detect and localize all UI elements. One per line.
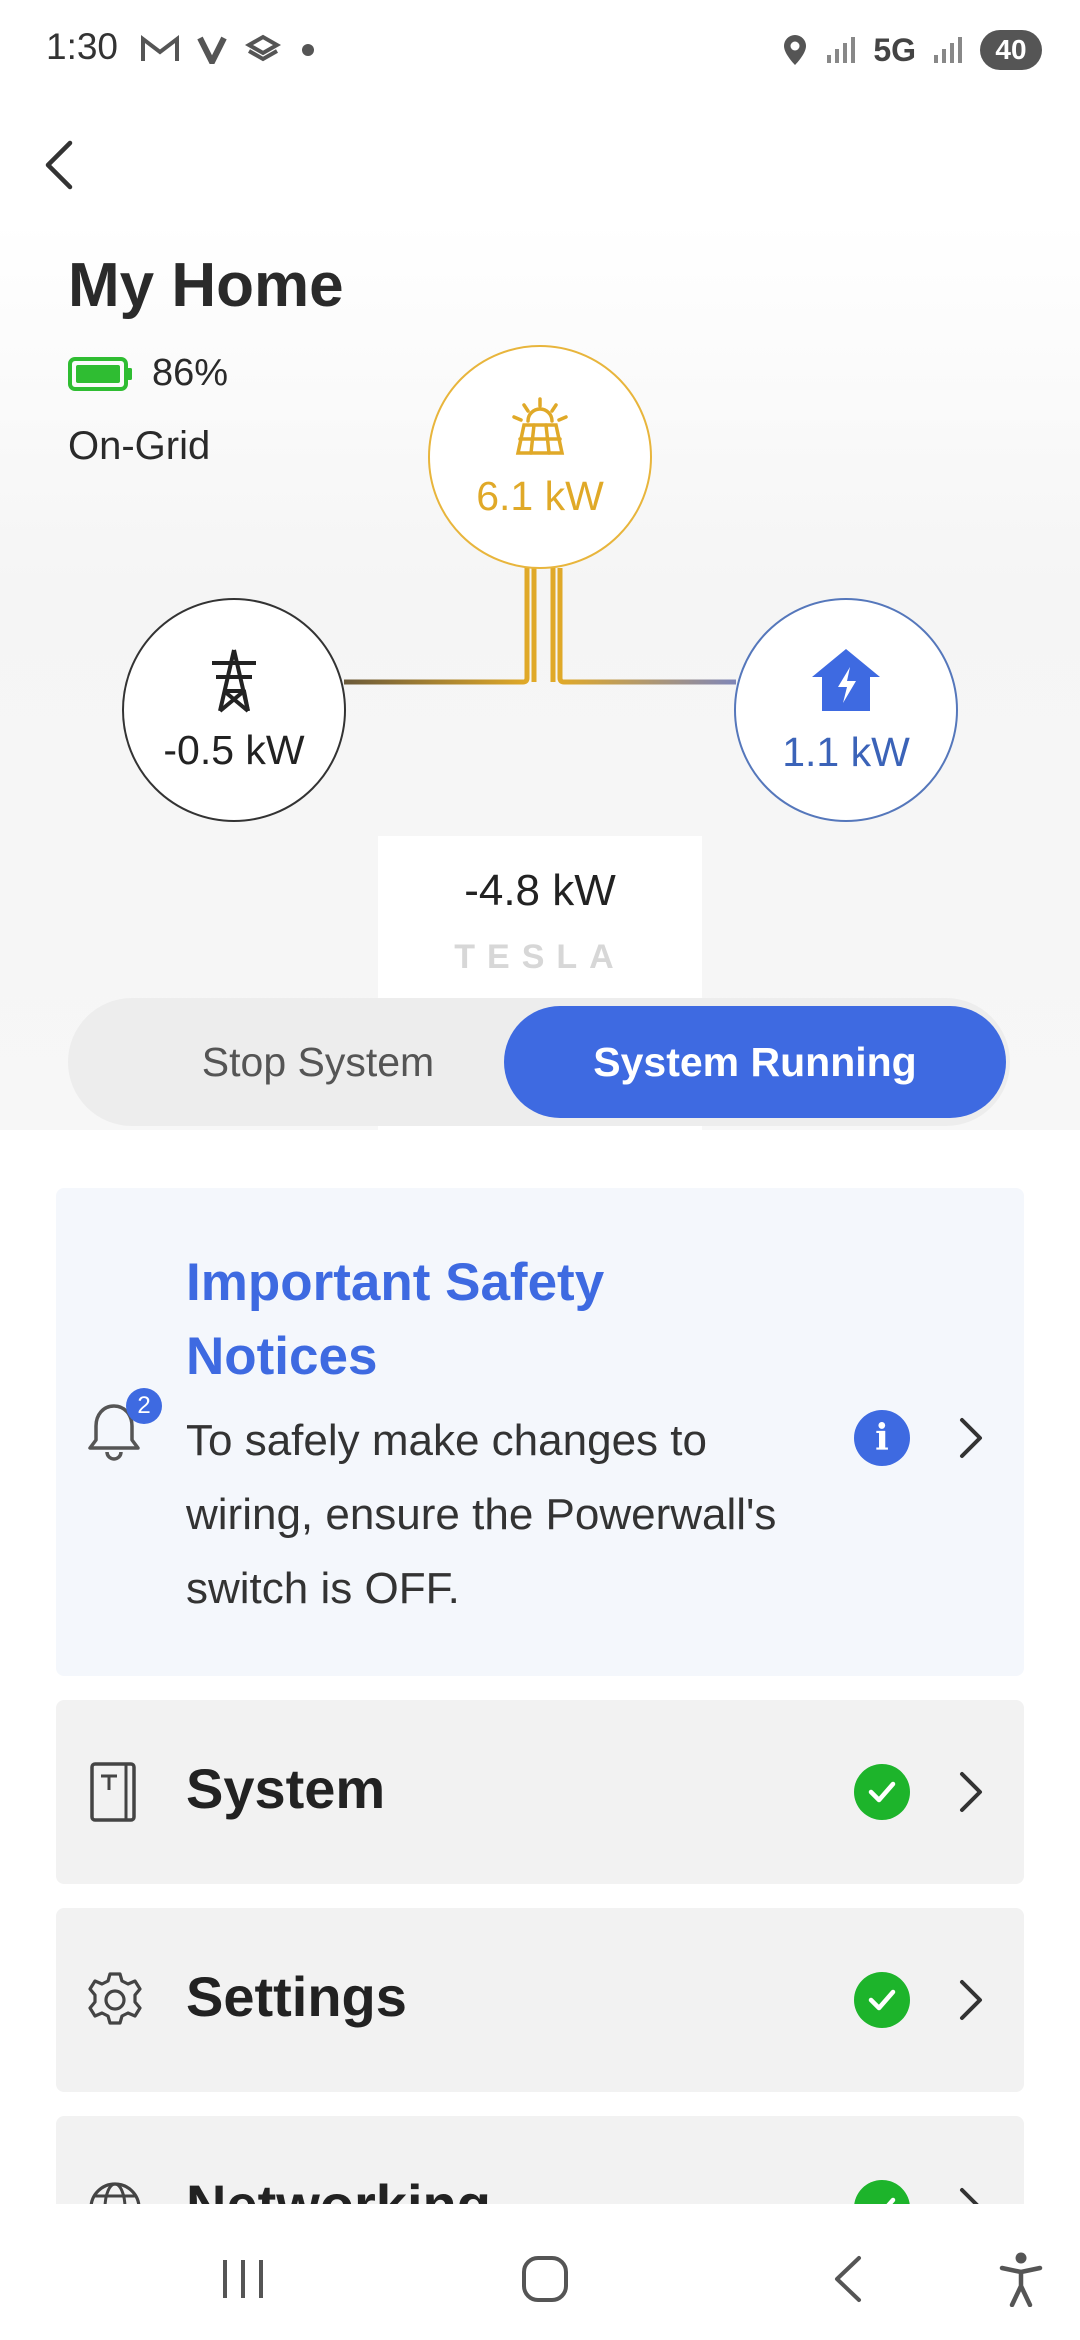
location-icon	[784, 35, 807, 65]
notification-count-badge: 2	[126, 1388, 162, 1424]
recent-apps-button[interactable]	[208, 2244, 278, 2314]
solar-panel-icon	[512, 396, 568, 455]
solar-power-value: 6.1 kW	[476, 472, 604, 519]
chevron-right-icon	[960, 1772, 982, 1812]
chevron-right-icon	[960, 1418, 982, 1458]
powerwall-icon	[90, 1762, 136, 1822]
dot-icon	[302, 44, 315, 57]
gmail-icon	[141, 34, 179, 62]
safety-notice-card[interactable]: 2 Important Safety Notices To safely mak…	[56, 1188, 1024, 1676]
nav-back-icon	[835, 2256, 861, 2302]
page-title: My Home	[68, 251, 344, 320]
phone-battery-badge: 40	[980, 30, 1042, 70]
network-type: 5G	[873, 31, 916, 68]
gear-icon	[88, 1972, 142, 2025]
flow-line-solar-grid	[344, 568, 530, 685]
chevron-left-icon	[45, 140, 73, 190]
signal-icon-2	[934, 37, 962, 63]
notification-icons	[140, 28, 318, 69]
info-icon[interactable]: i	[854, 1410, 910, 1466]
signal-icon	[827, 37, 856, 63]
power-tower-icon	[212, 649, 256, 713]
stop-system-button[interactable]: Stop System	[88, 1006, 548, 1118]
notice-body: To safely make changes to wiring, ensure…	[186, 1416, 777, 1613]
system-toggle: Stop System System Running	[68, 998, 1010, 1126]
nav-back-button[interactable]	[812, 2244, 882, 2314]
app-icon	[244, 34, 281, 62]
home-node[interactable]: 1.1 kW	[734, 598, 958, 822]
flow-line-solar-home	[557, 568, 736, 685]
menu-item-settings[interactable]: Settings	[56, 1908, 1024, 2092]
verizon-icon	[197, 36, 228, 69]
house-bolt-icon	[812, 648, 880, 711]
menu-item-system[interactable]: System	[56, 1700, 1024, 1884]
status-ok-icon	[854, 1972, 910, 2028]
grid-node[interactable]: -0.5 kW	[122, 598, 346, 822]
home-square-icon	[522, 2256, 568, 2302]
accessibility-icon	[999, 2252, 1043, 2307]
menu-label-settings: Settings	[186, 1965, 407, 2028]
chevron-right-icon	[960, 1980, 982, 2020]
menu-label-system: System	[186, 1757, 386, 1820]
accessibility-button[interactable]	[986, 2244, 1056, 2314]
powerwall-power-value: -4.8 kW	[464, 866, 616, 915]
status-right: 5G 40	[781, 26, 1042, 74]
recent-apps-icon	[223, 2260, 263, 2298]
status-ok-icon	[854, 1764, 910, 1820]
status-time: 1:30	[46, 26, 119, 67]
system-nav-bar	[0, 2204, 1080, 2340]
home-button[interactable]	[510, 2244, 580, 2314]
home-power-value: 1.1 kW	[782, 728, 910, 775]
back-button[interactable]	[24, 130, 94, 200]
notice-title: Important Safety Notices	[186, 1253, 605, 1386]
powerwall-brand-logo: TESLA	[454, 938, 626, 976]
grid-power-value: -0.5 kW	[163, 726, 305, 773]
system-running-button[interactable]: System Running	[504, 1006, 1006, 1118]
status-bar: 1:30 5G 40	[0, 0, 1080, 100]
solar-node[interactable]: 6.1 kW	[428, 345, 652, 569]
